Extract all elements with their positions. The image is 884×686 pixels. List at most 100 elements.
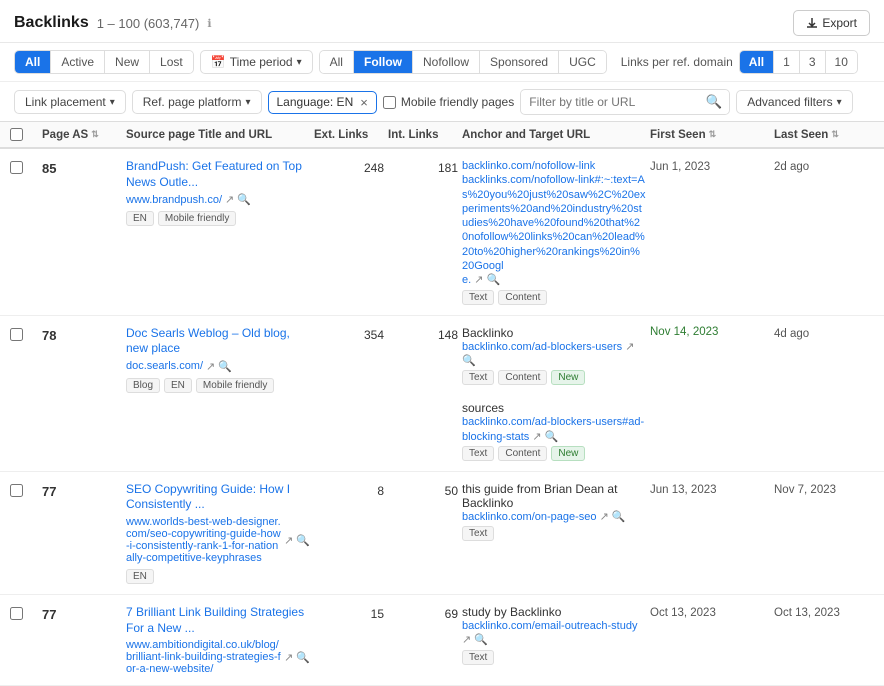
- search-icon[interactable]: 🔍: [237, 193, 251, 206]
- anchor-tags-2a: Text Content New: [462, 370, 646, 385]
- source-title-4[interactable]: 7 Brilliant Link Building Strategies For…: [126, 605, 310, 636]
- url-filter-input-group: 🔍: [520, 89, 730, 115]
- tag-en: EN: [126, 569, 154, 584]
- follow-tab-sponsored[interactable]: Sponsored: [480, 51, 559, 73]
- col-ext: Ext. Links: [314, 129, 384, 141]
- chevron-down-icon: ▾: [245, 97, 250, 108]
- source-title-3[interactable]: SEO Copywriting Guide: How I Consistentl…: [126, 482, 310, 513]
- select-all-checkbox[interactable]: [10, 128, 23, 141]
- search-icon[interactable]: 🔍: [462, 355, 476, 367]
- mobile-friendly-filter: Mobile friendly pages: [383, 95, 514, 109]
- source-col-1: BrandPush: Get Featured on Top News Outl…: [126, 159, 310, 226]
- num-btn-all[interactable]: All: [740, 51, 774, 73]
- external-link-icon[interactable]: ↗: [532, 431, 541, 443]
- num-btn-1[interactable]: 1: [774, 51, 800, 73]
- anchor-url-2a: backlinko.com/ad-blockers-users ↗ 🔍: [462, 340, 646, 369]
- tag-new: New: [551, 446, 585, 461]
- export-icon: [806, 17, 818, 29]
- external-link-icon[interactable]: ↗: [474, 274, 483, 286]
- search-icon[interactable]: 🔍: [545, 431, 559, 443]
- follow-tab-all[interactable]: All: [320, 51, 354, 73]
- col-last-seen: Last Seen ⇅: [774, 129, 874, 141]
- info-icon[interactable]: ℹ: [207, 17, 211, 30]
- ext-links-1: 248: [314, 159, 384, 175]
- tab-new[interactable]: New: [105, 51, 150, 73]
- anchor-url-2b: backlinko.com/ad-blockers-users#ad-block…: [462, 415, 646, 444]
- source-url-link-2[interactable]: doc.searls.com/: [126, 360, 203, 372]
- follow-tab-nofollow[interactable]: Nofollow: [413, 51, 480, 73]
- url-filter-input[interactable]: [521, 91, 698, 113]
- external-link-icon[interactable]: ↗: [225, 193, 234, 206]
- anchor-section-4: study by Backlinko backlinko.com/email-o…: [462, 605, 646, 665]
- link-placement-dropdown[interactable]: Link placement ▾: [14, 90, 126, 114]
- tag-text: Text: [462, 650, 494, 665]
- url-filter-search-button[interactable]: 🔍: [699, 90, 730, 114]
- search-icon[interactable]: 🔍: [612, 511, 626, 523]
- row-checkbox-3: [10, 482, 38, 500]
- table-header: Page AS ⇅ Source page Title and URL Ext.…: [0, 122, 884, 149]
- first-seen-2: Nov 14, 2023: [650, 326, 770, 338]
- last-seen-3: Nov 7, 2023: [774, 482, 874, 496]
- sort-first-seen-icon[interactable]: ⇅: [709, 129, 717, 140]
- external-link-icon[interactable]: ↗: [284, 534, 293, 547]
- source-title-2[interactable]: Doc Searls Weblog – Old blog, new place: [126, 326, 310, 357]
- source-url-1: www.brandpush.co/ ↗ 🔍: [126, 193, 310, 206]
- tag-en: EN: [126, 211, 154, 226]
- sort-last-seen-icon[interactable]: ⇅: [831, 129, 839, 140]
- search-icon[interactable]: 🔍: [474, 634, 488, 646]
- source-tags-3: EN: [126, 569, 310, 584]
- source-url-link-1[interactable]: www.brandpush.co/: [126, 194, 222, 206]
- external-link-icon[interactable]: ↗: [284, 651, 293, 664]
- links-per-ref-group: All 1 3 10: [739, 50, 858, 74]
- tag-text: Text: [462, 370, 494, 385]
- external-link-icon[interactable]: ↗: [625, 341, 634, 353]
- mobile-friendly-checkbox[interactable]: [383, 96, 396, 109]
- anchor-name-4: study by Backlinko: [462, 605, 646, 619]
- first-seen-3: Jun 13, 2023: [650, 482, 770, 496]
- export-button[interactable]: Export: [793, 10, 870, 36]
- anchor-section-1: backlinko.com/nofollow-link backlinks.co…: [462, 159, 646, 305]
- sort-page-as-icon[interactable]: ⇅: [91, 129, 99, 140]
- external-link-icon[interactable]: ↗: [462, 634, 471, 646]
- search-icon[interactable]: 🔍: [296, 651, 310, 664]
- anchor-col-1: backlinko.com/nofollow-link backlinks.co…: [462, 159, 646, 305]
- advanced-filters-button[interactable]: Advanced filters ▾: [736, 90, 852, 114]
- ext-links-3: 8: [314, 482, 384, 498]
- filter-bar-2: Link placement ▾ Ref. page platform ▾ La…: [0, 82, 884, 122]
- ext-links-4: 15: [314, 605, 384, 621]
- source-col-3: SEO Copywriting Guide: How I Consistentl…: [126, 482, 310, 584]
- search-icon[interactable]: 🔍: [487, 274, 501, 286]
- num-btn-3[interactable]: 3: [800, 51, 826, 73]
- follow-tab-ugc[interactable]: UGC: [559, 51, 606, 73]
- source-title-1[interactable]: BrandPush: Get Featured on Top News Outl…: [126, 159, 310, 190]
- tab-all[interactable]: All: [15, 51, 51, 73]
- language-filter-clear[interactable]: ×: [360, 95, 368, 110]
- tab-lost[interactable]: Lost: [150, 51, 193, 73]
- anchor-url-1: backlinko.com/nofollow-link backlinks.co…: [462, 159, 646, 288]
- int-links-2: 148: [388, 326, 458, 342]
- col-first-seen: First Seen ⇅: [650, 129, 770, 141]
- anchor-name-3: this guide from Brian Dean at Backlinko: [462, 482, 646, 510]
- follow-tab-follow[interactable]: Follow: [354, 51, 413, 73]
- time-period-button[interactable]: 📅 Time period ▾: [200, 50, 313, 74]
- tag-blog: Blog: [126, 378, 160, 393]
- search-icon[interactable]: 🔍: [218, 360, 232, 373]
- anchor-url-3: backlinko.com/on-page-seo ↗ 🔍: [462, 510, 646, 524]
- mobile-friendly-label: Mobile friendly pages: [401, 95, 514, 109]
- tag-en: EN: [164, 378, 192, 393]
- table-row: 77 SEO Copywriting Guide: How I Consiste…: [0, 472, 884, 595]
- num-btn-10[interactable]: 10: [826, 51, 857, 73]
- tab-active[interactable]: Active: [51, 51, 105, 73]
- source-url-3: www.worlds-best-web-designer.com/seo-cop…: [126, 516, 310, 564]
- follow-type-tabs: All Follow Nofollow Sponsored UGC: [319, 50, 607, 74]
- external-link-icon[interactable]: ↗: [206, 360, 215, 373]
- search-icon[interactable]: 🔍: [296, 534, 310, 547]
- anchor-section-2b: sources backlinko.com/ad-blockers-users#…: [462, 401, 646, 461]
- col-source: Source page Title and URL: [126, 129, 310, 141]
- tag-new: New: [551, 370, 585, 385]
- last-seen-1: 2d ago: [774, 159, 874, 173]
- external-link-icon[interactable]: ↗: [600, 511, 609, 523]
- ref-page-platform-dropdown[interactable]: Ref. page platform ▾: [132, 90, 262, 114]
- anchor-col-4: study by Backlinko backlinko.com/email-o…: [462, 605, 646, 665]
- language-filter-value: Language: EN: [277, 95, 354, 109]
